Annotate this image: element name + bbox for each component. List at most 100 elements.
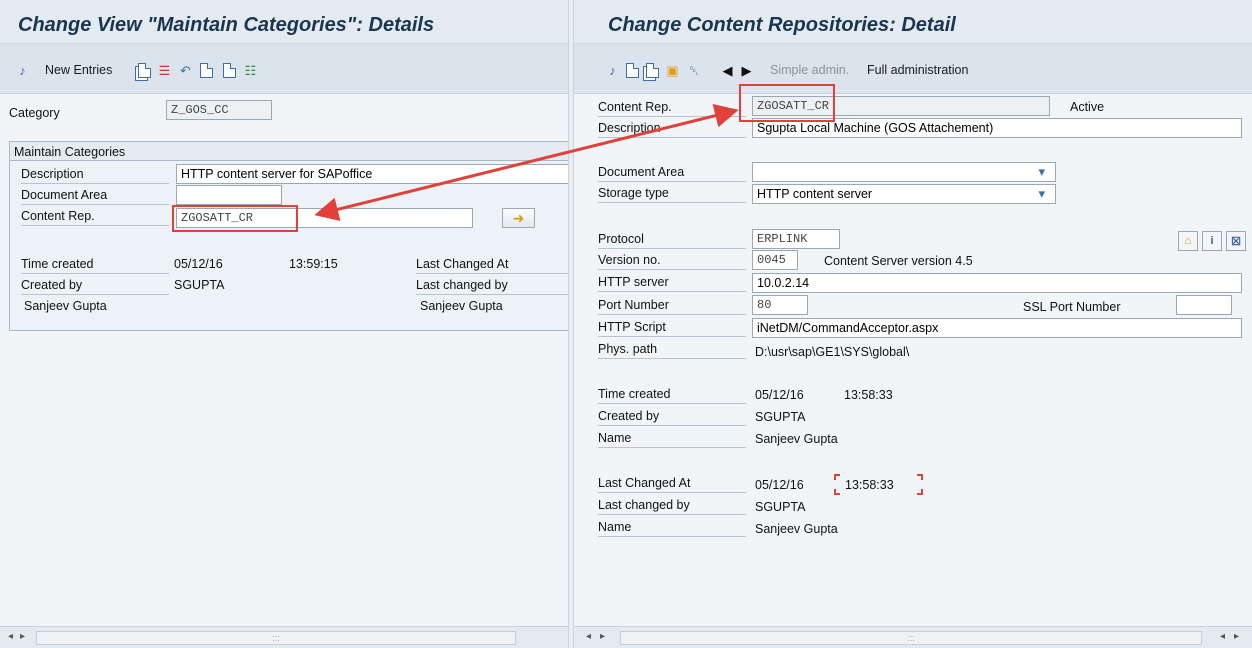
document-area-field[interactable] bbox=[176, 185, 282, 205]
storage-type-label: Storage type bbox=[598, 183, 746, 203]
last-changed-by-name: Sanjeev Gupta bbox=[420, 299, 503, 313]
display-change-glasses-icon[interactable]: ♪ bbox=[14, 62, 31, 79]
http-script-field[interactable]: iNetDM/CommandAcceptor.aspx bbox=[752, 318, 1242, 338]
right-content: Content Rep. ZGOSATT_CR Active Descripti… bbox=[574, 94, 1252, 626]
document-area-label: Document Area bbox=[21, 185, 169, 205]
name2-label: Name bbox=[598, 517, 746, 537]
scroll-right-icon[interactable]: ▸ bbox=[20, 631, 25, 642]
left-toolbar: ♪ New Entries ☰ ↶ ☷ bbox=[0, 44, 568, 94]
scroll-right-end-icon[interactable]: ▸ bbox=[1234, 631, 1239, 642]
phys-path-label: Phys. path bbox=[598, 339, 746, 359]
group-title: Maintain Categories bbox=[10, 142, 568, 161]
right-statusbar: ◂ ▸ ::: ◂ ▸ bbox=[574, 626, 1252, 648]
right-page-title: Change Content Repositories: Detail bbox=[608, 14, 956, 36]
scroll-left-icon[interactable]: ◂ bbox=[586, 631, 591, 642]
full-administration-button[interactable]: Full administration bbox=[867, 63, 968, 77]
time-created-time: 13:59:15 bbox=[289, 257, 338, 271]
time-created-label: Time created bbox=[21, 254, 169, 274]
right-toolbar: ♪ ▣ ␡ ◀ ▶ Simple admin. Full administrat… bbox=[574, 44, 1252, 94]
version-label: Version no. bbox=[598, 250, 746, 270]
navigate-repository-button[interactable]: ➜ bbox=[502, 208, 535, 228]
storage-type-dropdown[interactable]: HTTP content server bbox=[752, 184, 1056, 204]
transport-icon[interactable]: ▣ bbox=[664, 62, 681, 79]
created-by-value: SGUPTA bbox=[174, 278, 225, 292]
content-rep-label: Content Rep. bbox=[598, 97, 746, 117]
last-changed-by-label: Last changed by bbox=[416, 275, 568, 295]
status-value: Active bbox=[1070, 100, 1105, 114]
focus-corner-tl bbox=[834, 474, 840, 480]
scroll-left-icon[interactable]: ◂ bbox=[8, 631, 13, 642]
trash-icon[interactable]: ␡ bbox=[686, 62, 703, 79]
next-entry-icon[interactable] bbox=[221, 62, 238, 79]
info-icon[interactable]: i bbox=[1202, 231, 1222, 251]
created-by-value: SGUPTA bbox=[755, 410, 806, 424]
description-label: Description bbox=[21, 164, 169, 184]
ssl-port-field[interactable] bbox=[1176, 295, 1232, 315]
simple-admin-button[interactable]: Simple admin. bbox=[770, 63, 849, 77]
last-changed-time: 13:58:33 bbox=[845, 478, 894, 492]
phys-path-value: D:\usr\sap\GE1\SYS\global\ bbox=[755, 345, 910, 359]
left-page-title: Change View "Maintain Categories": Detai… bbox=[18, 14, 435, 36]
name-label: Name bbox=[598, 428, 746, 448]
http-script-label: HTTP Script bbox=[598, 317, 746, 337]
arrow-right-icon: ➜ bbox=[512, 209, 525, 226]
focus-corner-bl bbox=[834, 489, 840, 495]
create-icon[interactable] bbox=[624, 62, 641, 79]
category-label: Category bbox=[9, 106, 60, 120]
left-titlebar: Change View "Maintain Categories": Detai… bbox=[0, 0, 568, 44]
content-rep-label: Content Rep. bbox=[21, 206, 169, 226]
name-value: Sanjeev Gupta bbox=[755, 432, 838, 446]
focus-corner-tr bbox=[917, 474, 923, 480]
version-field[interactable]: 0045 bbox=[752, 250, 798, 270]
horizontal-scrollbar[interactable]: ::: bbox=[620, 631, 1202, 645]
scroll-left-end-icon[interactable]: ◂ bbox=[1220, 631, 1225, 642]
next-icon[interactable]: ▶ bbox=[738, 62, 755, 79]
prev-icon[interactable]: ◀ bbox=[719, 62, 736, 79]
created-by-label: Created by bbox=[21, 275, 169, 295]
scroll-right-icon[interactable]: ▸ bbox=[600, 631, 605, 642]
last-changed-by-value: SGUPTA bbox=[755, 500, 806, 514]
document-area-label: Document Area bbox=[598, 162, 746, 182]
new-entries-button[interactable]: New Entries bbox=[45, 63, 112, 77]
focus-corner-br bbox=[917, 489, 923, 495]
http-server-field[interactable]: 10.0.2.14 bbox=[752, 273, 1242, 293]
category-field[interactable]: Z_GOS_CC bbox=[166, 100, 272, 120]
port-number-label: Port Number bbox=[598, 295, 746, 315]
name2-value: Sanjeev Gupta bbox=[755, 522, 838, 536]
delete-icon[interactable]: ☰ bbox=[156, 62, 173, 79]
annotation-highlight-right bbox=[739, 84, 835, 122]
last-changed-at-label: Last Changed At bbox=[416, 254, 568, 274]
description-field[interactable]: HTTP content server for SAPoffice bbox=[176, 164, 568, 184]
horizontal-scrollbar[interactable]: ::: bbox=[36, 631, 516, 645]
protocol-field[interactable]: ERPLINK bbox=[752, 229, 840, 249]
display-change-glasses-icon[interactable]: ♪ bbox=[604, 62, 621, 79]
port-number-field[interactable]: 80 bbox=[752, 295, 808, 315]
last-changed-at-label: Last Changed At bbox=[598, 473, 746, 493]
http-server-label: HTTP server bbox=[598, 272, 746, 292]
right-pane: Change Content Repositories: Detail ♪ ▣ … bbox=[574, 0, 1252, 648]
right-titlebar: Change Content Repositories: Detail bbox=[574, 0, 1252, 44]
undo-icon[interactable]: ↶ bbox=[177, 62, 194, 79]
created-by-name: Sanjeev Gupta bbox=[24, 299, 107, 313]
protocol-label: Protocol bbox=[598, 229, 746, 249]
left-pane: Change View "Maintain Categories": Detai… bbox=[0, 0, 568, 648]
display-details-icon[interactable]: ⌂ bbox=[1178, 231, 1198, 251]
previous-entry-icon[interactable] bbox=[198, 62, 215, 79]
left-statusbar: ◂ ▸ ::: bbox=[0, 626, 568, 648]
maintain-categories-group: Maintain Categories Description HTTP con… bbox=[9, 141, 568, 331]
last-changed-by-label: Last changed by bbox=[598, 495, 746, 515]
time-created-date: 05/12/16 bbox=[174, 257, 223, 271]
last-changed-date: 05/12/16 bbox=[755, 478, 804, 492]
test-connection-icon[interactable]: ☒ bbox=[1226, 231, 1246, 251]
annotation-highlight-left bbox=[172, 205, 298, 232]
time-created-date: 05/12/16 bbox=[755, 388, 804, 402]
copy-icon[interactable] bbox=[136, 62, 153, 79]
ssl-port-label: SSL Port Number bbox=[1023, 300, 1121, 314]
copy-icon[interactable] bbox=[644, 62, 661, 79]
time-created-label: Time created bbox=[598, 384, 746, 404]
select-block-icon[interactable]: ☷ bbox=[242, 62, 259, 79]
document-area-dropdown[interactable] bbox=[752, 162, 1056, 182]
time-created-time: 13:58:33 bbox=[844, 388, 893, 402]
description-label: Description bbox=[598, 118, 746, 138]
created-by-label: Created by bbox=[598, 406, 746, 426]
